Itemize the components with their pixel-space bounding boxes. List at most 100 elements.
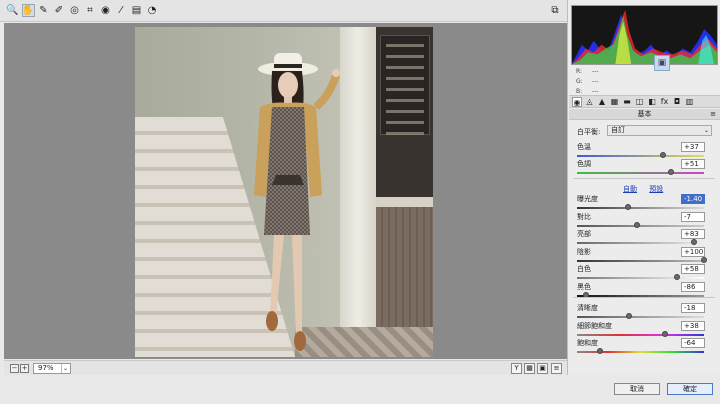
hand-icon[interactable]: ✋	[21, 4, 35, 17]
slider-sliders_mid-3: 陰影 +100	[577, 246, 707, 264]
slider-track[interactable]	[577, 259, 704, 262]
slider-value-field[interactable]: -7	[681, 211, 705, 222]
slider-label: 曝光度	[577, 195, 598, 203]
slider-thumb[interactable]	[701, 256, 707, 263]
photo-woman	[254, 53, 340, 351]
slider-label: 黑色	[577, 282, 591, 291]
slider-value-field[interactable]: +100	[681, 246, 705, 257]
panel-tab-3-icon[interactable]: ▦	[610, 97, 620, 107]
bottom-bar: − + 97% ⌄ Y ▦ ▣ ≡	[4, 360, 567, 375]
panel-tab-6-icon[interactable]: ◧	[647, 97, 657, 107]
slider-sliders_mid-2: 亮部 +83	[577, 229, 707, 246]
eye-icon[interactable]: ◉	[99, 4, 112, 17]
slider-value-field[interactable]: -86	[681, 281, 705, 292]
before-after-toggle-button[interactable]: Y	[511, 363, 522, 374]
slider-label: 細節飽和度	[577, 321, 612, 330]
photo-shop-sign	[380, 35, 430, 135]
panel-tab-1-icon[interactable]: ◬	[585, 97, 595, 107]
target-icon[interactable]: ◎	[68, 4, 81, 17]
cancel-button[interactable]: 取消	[614, 383, 660, 395]
white-balance-label: 白平衡:	[577, 128, 601, 136]
ok-button[interactable]: 確定	[667, 383, 713, 395]
rgb-readout: R: --- G: --- B: ---	[576, 68, 599, 95]
default-link[interactable]: 預設	[649, 185, 663, 193]
preferences-icon[interactable]: ▤	[130, 4, 143, 17]
slider-value-field[interactable]: +83	[681, 229, 705, 239]
view-mode-button[interactable]: ▦	[524, 363, 535, 374]
slider-thumb[interactable]	[624, 204, 631, 210]
white-balance-select[interactable]: 自訂 ⌄	[607, 125, 712, 136]
slider-value-field[interactable]: -64	[681, 338, 705, 348]
slider-track[interactable]	[577, 155, 704, 157]
slider-label: 對比	[577, 212, 591, 221]
slider-track[interactable]	[577, 172, 704, 174]
brush-icon[interactable]: ⁄	[115, 4, 128, 17]
slider-sliders_bottom-0: 清晰度 -18	[577, 303, 707, 320]
top-toolbar: 🔍 ✋ ✎ ✐ ◎ ⌗ ◉ ⁄ ▤ ◔ ⧉	[0, 0, 567, 22]
slider-track[interactable]	[577, 207, 704, 209]
eyedropper-icon[interactable]: ✎	[37, 4, 50, 17]
slider-track[interactable]	[577, 224, 704, 227]
slider-sliders_bottom-2: 飽和度 -64	[577, 338, 707, 355]
photo-counter-top	[376, 197, 433, 207]
slider-sliders_mid-4: 白色 +58	[577, 264, 707, 281]
photo-preview[interactable]	[135, 27, 433, 357]
panel-tab-2-icon[interactable]: ▲	[597, 97, 607, 107]
slider-track[interactable]	[577, 333, 704, 336]
panel-tab-0-icon[interactable]: ◉	[572, 97, 582, 107]
divider	[573, 178, 715, 179]
slider-label: 飽和度	[577, 339, 598, 347]
panel-tab-5-icon[interactable]: ◫	[635, 97, 645, 107]
slider-sliders_top-0: 色溫 +37	[577, 142, 707, 159]
zoom-in-button[interactable]: +	[20, 364, 29, 373]
slider-value-field[interactable]: +37	[681, 142, 705, 152]
slider-sliders_mid-1: 對比 -7	[577, 211, 707, 229]
slider-thumb[interactable]	[690, 239, 697, 245]
slider-thumb[interactable]	[626, 313, 633, 319]
panel-tabs: ◉ ◬ ▲ ▦ ▬ ◫ ◧ fx ◘ ▥	[569, 95, 720, 108]
slider-thumb[interactable]	[660, 152, 667, 158]
section-title-text: 基本	[637, 110, 652, 118]
magnifier-icon[interactable]: 🔍	[6, 4, 19, 17]
slider-label: 清晰度	[577, 304, 598, 312]
slider-value-field[interactable]: +51	[681, 159, 705, 169]
save-preset-icon[interactable]: ▣	[654, 55, 670, 71]
auto-link[interactable]: 自動	[623, 185, 637, 193]
slider-thumb[interactable]	[667, 169, 674, 175]
slider-label: 色溫	[577, 143, 591, 151]
slider-track[interactable]	[577, 242, 704, 244]
chevron-down-icon: ⌄	[703, 127, 709, 134]
slider-track[interactable]	[577, 316, 704, 318]
slider-value-field[interactable]: -18	[681, 303, 705, 313]
slider-label: 白色	[577, 265, 591, 273]
rotate-icon[interactable]: ◔	[146, 4, 159, 17]
slider-value-field[interactable]: +58	[681, 264, 705, 274]
photo-pillar	[340, 27, 376, 357]
slider-label: 亮部	[577, 230, 591, 238]
histogram	[571, 5, 718, 65]
slider-thumb[interactable]	[633, 221, 640, 228]
panel-tab-9-icon[interactable]: ▥	[685, 97, 695, 107]
slider-label: 色調	[577, 160, 591, 168]
crop-icon[interactable]: ⌗	[84, 4, 97, 17]
slider-sliders_mid-0: 曝光度 -1.40	[577, 194, 707, 211]
open-preview-icon[interactable]: ⧉	[548, 4, 562, 17]
slider-value-field[interactable]: +38	[681, 320, 705, 331]
slider-thumb[interactable]	[674, 274, 681, 280]
zoom-out-button[interactable]: −	[10, 364, 19, 373]
color-sampler-icon[interactable]: ✐	[53, 4, 66, 17]
view-settings-button[interactable]: ≡	[551, 363, 562, 374]
panel-tab-8-icon[interactable]: ◘	[672, 97, 682, 107]
auto-default-links: 自動 預設	[623, 184, 673, 194]
panel-tab-4-icon[interactable]: ▬	[622, 97, 632, 107]
panel-menu-icon[interactable]: ≡	[710, 109, 716, 120]
slider-sliders_bottom-1: 細節飽和度 +38	[577, 320, 707, 338]
slider-label: 陰影	[577, 247, 591, 256]
swap-view-button[interactable]: ▣	[537, 363, 548, 374]
zoom-level-select[interactable]: 97% ⌄	[33, 363, 71, 374]
panel-tab-7-icon[interactable]: fx	[660, 97, 670, 107]
slider-thumb[interactable]	[661, 330, 668, 337]
slider-track[interactable]	[577, 277, 704, 279]
slider-thumb[interactable]	[596, 348, 603, 354]
slider-value-field[interactable]: -1.40	[681, 194, 705, 204]
